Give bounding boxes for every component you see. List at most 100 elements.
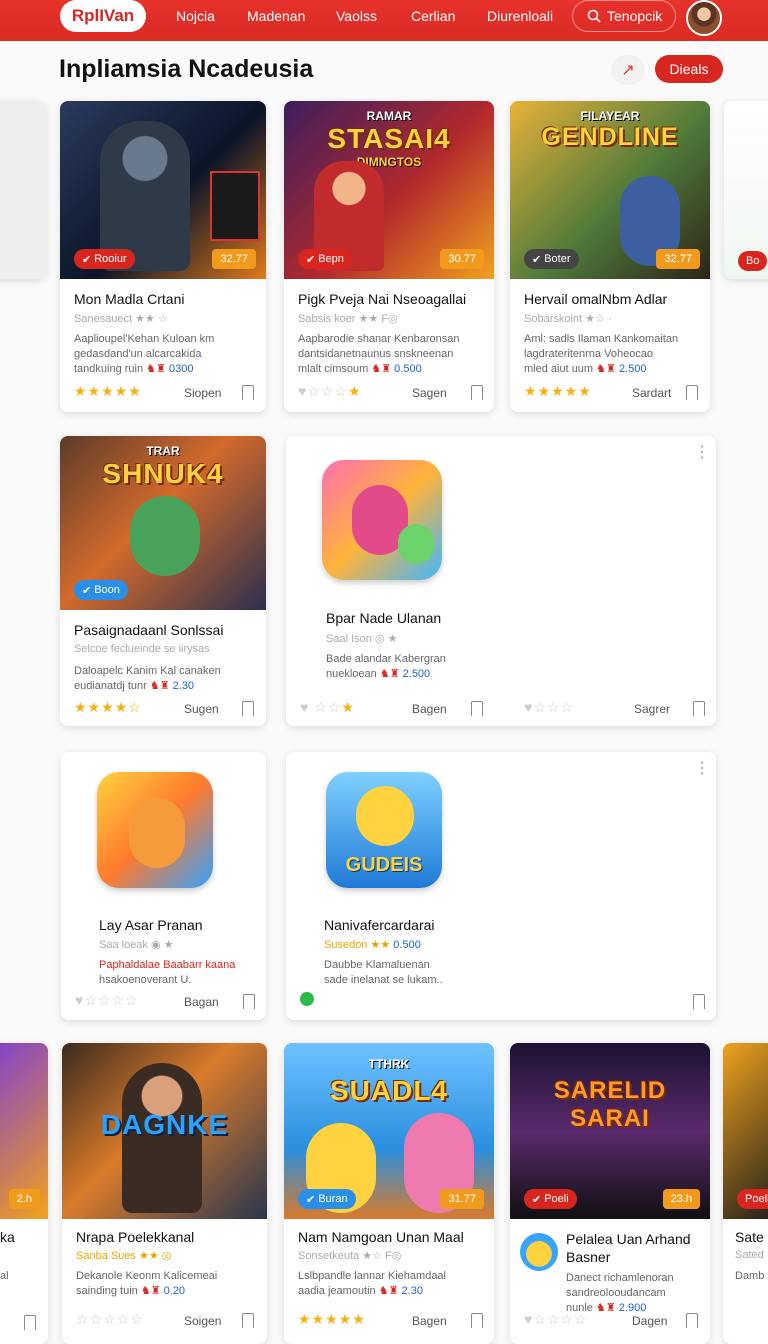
user-avatar[interactable] <box>686 0 722 36</box>
game-card[interactable]: DAGNKE Nrapa Poelekkanal Sanba Sues ★★ ◎… <box>62 1043 267 1344</box>
game-card[interactable]: RAMAR STASAI4 DIMNGTOS ✔ Bepn 30.77 Pigk … <box>284 101 494 412</box>
tag-badge: ✔ Boon <box>74 580 128 600</box>
bookmark-icon[interactable] <box>242 385 254 400</box>
game-thumbnail: RAMAR STASAI4 DIMNGTOS ✔ Bepn 30.77 <box>284 101 494 279</box>
share-button[interactable]: ↗ <box>611 55 645 85</box>
app-card[interactable]: Lay Asar Pranan Saa loeak ◉ ★ Paphaldala… <box>61 752 266 1020</box>
more-options-icon[interactable]: ⋮ <box>694 445 710 461</box>
top-navigation-bar: RplIVan Nojcia Madenan Vaolss Cerlian Di… <box>0 0 768 41</box>
card-action-button[interactable]: Sardart <box>632 386 671 400</box>
app-logo[interactable]: RplIVan <box>60 0 146 32</box>
card-action-button[interactable]: Sagrer <box>634 702 670 716</box>
page-title: Inpliamsia Ncadeusia <box>59 55 314 83</box>
card-action-button[interactable]: Bagan <box>184 995 219 1009</box>
card-action-button[interactable]: Siopen <box>184 386 221 400</box>
game-card[interactable]: TRAR SHNUK4 ✔ Boon Pasaignadaanl Sonlssai… <box>60 436 266 726</box>
bookmark-icon[interactable] <box>693 994 705 1009</box>
check-icon: ✔ <box>82 584 92 597</box>
bookmark-icon[interactable] <box>471 385 483 400</box>
rating-stars: ♥☆☆☆ <box>524 699 574 715</box>
chat-icon[interactable] <box>300 992 314 1006</box>
card-subtitle: Sobarskoint ★☆ · <box>524 313 612 325</box>
rating-stars: ★★★★☆ <box>74 699 142 715</box>
card-title: Nam Namgoan Unan Maal <box>298 1229 464 1245</box>
bookmark-icon[interactable] <box>693 701 705 716</box>
card-subtitle: Saal Ison ◎ ★ <box>326 633 398 645</box>
card-description: Dekanole Keonm Kalicemeai sainding tuin … <box>76 1270 218 1297</box>
bookmark-icon[interactable] <box>686 1313 698 1328</box>
rating-stars: ♥☆☆☆☆ <box>524 1311 588 1327</box>
card-title: Mon Madla Crtani <box>74 291 185 307</box>
app-icon <box>97 772 213 888</box>
price-tag: 32.77 <box>656 249 700 269</box>
price-tag: 23.h <box>662 1189 700 1209</box>
card-action-button[interactable]: Sugen <box>184 702 219 716</box>
nav-item-1[interactable]: Nojcia <box>176 8 215 24</box>
card-description: Aaplioupel'Kehan Kuloan km gedasdand'un a… <box>74 333 215 375</box>
card-title-line2: Basner <box>566 1249 611 1265</box>
tag-badge: ✔ Poeli <box>524 1189 577 1209</box>
edge-badge: Bo <box>738 251 768 271</box>
game-card[interactable]: FILAYEAR GENDLINE ✔ Boter 32.77 Hervail o… <box>510 101 710 412</box>
edge-card-left[interactable] <box>0 101 46 279</box>
card-title: Pasaignadaanl Sonlssai <box>74 622 224 638</box>
tag-badge: ✔ Rooiur <box>74 249 135 269</box>
tag-badge: ✔ Buran <box>298 1189 356 1209</box>
edge-card-right[interactable]: Bo <box>724 101 768 279</box>
card-action-button[interactable]: Soigen <box>184 1314 221 1328</box>
check-icon: ✔ <box>532 1193 542 1206</box>
nav-item-4[interactable]: Cerlian <box>411 8 455 24</box>
share-icon: ↗ <box>621 62 635 79</box>
rating-stars: ☆☆☆☆☆ <box>76 1311 144 1327</box>
bookmark-icon[interactable] <box>243 994 255 1009</box>
nav-item-2[interactable]: Madenan <box>247 8 305 24</box>
game-thumbnail: TRAR SHNUK4 ✔ Boon <box>60 436 266 610</box>
card-description: Daubbe Klamaluenan sade inelanat se lukam… <box>324 959 443 986</box>
card-subtitle: Sanesauect ★★ ☆ <box>74 313 168 325</box>
app-icon <box>322 460 442 580</box>
card-action-button[interactable]: Sagen <box>412 386 447 400</box>
rating-stars: ★★★★★ <box>524 383 592 399</box>
more-options-icon[interactable]: ⋮ <box>694 761 710 777</box>
price-tag: 32.77 <box>212 249 256 269</box>
bookmark-icon[interactable] <box>686 385 698 400</box>
game-card[interactable]: ✔ Rooiur 32.77 Mon Madla Crtani Sanesauec… <box>60 101 266 412</box>
nav-item-5[interactable]: Diurenloali <box>487 8 553 24</box>
bookmark-icon[interactable] <box>242 1313 254 1328</box>
tag-badge: ✔ Bepn <box>298 249 352 269</box>
edge-card-left[interactable]: 2.h ka al <box>0 1043 48 1344</box>
nav-item-3[interactable]: Vaolss <box>336 8 377 24</box>
edge-card-right[interactable]: Poeli Sate Sated Damb <box>723 1043 768 1344</box>
deals-button[interactable]: Dieals <box>655 55 723 83</box>
check-icon: ✔ <box>532 253 542 266</box>
card-action-button[interactable]: Bagen <box>412 1314 447 1328</box>
card-description: Aml: sadls Ilaman Kankomaitan lagdraterit… <box>524 333 679 375</box>
card-description: Daloapelc Kanim Kal canaken eudianatdj t… <box>74 665 221 692</box>
app-card[interactable]: ⋮ GUDEIS Nanivafercardarai Susedon ★★ 0.… <box>286 752 716 1020</box>
search-icon <box>587 9 601 23</box>
bookmark-icon[interactable] <box>242 701 254 716</box>
bookmark-icon[interactable] <box>471 701 483 716</box>
rating-stars: ★★★★★ <box>74 383 142 399</box>
price-tag: 30.77 <box>440 249 484 269</box>
card-title: Nanivafercardarai <box>324 917 435 933</box>
card-action-button[interactable]: Dagen <box>632 1314 667 1328</box>
game-card[interactable]: TTHRK SUADL4 ✔ Buran 31.77 Nam Namgoan Un… <box>284 1043 494 1344</box>
bookmark-icon[interactable] <box>471 1313 483 1328</box>
card-subtitle: Sonsetkeuta ★☆ F◎ <box>298 1250 402 1262</box>
app-mini-icon <box>520 1233 558 1271</box>
card-subtitle: Saa loeak ◉ ★ <box>99 939 174 951</box>
search-button[interactable]: Tenopcik <box>572 0 676 32</box>
game-thumbnail: ✔ Rooiur 32.77 <box>60 101 266 279</box>
card-title: Pigk Pveja Nai Nseoagallai <box>298 291 467 307</box>
tag-badge: ✔ Boter <box>524 249 579 269</box>
card-subtitle: Sanba Sues ★★ ◎ <box>76 1250 172 1262</box>
game-card[interactable]: SARELID SARAI ✔ Poeli 23.h Pelalea Uan Ar… <box>510 1043 710 1344</box>
app-card[interactable]: ⋮ Bpar Nade Ulanan Saal Ison ◎ ★ Bade al… <box>286 436 716 726</box>
rating-stars: ★★★★★ <box>298 1311 366 1327</box>
card-description: Danect richamlenoran sandreolooudancam nu… <box>566 1272 674 1314</box>
card-action-button[interactable]: Bagen <box>412 702 447 716</box>
app-icon: GUDEIS <box>326 772 442 888</box>
card-title: Lay Asar Pranan <box>99 917 203 933</box>
search-label: Tenopcik <box>607 8 663 24</box>
